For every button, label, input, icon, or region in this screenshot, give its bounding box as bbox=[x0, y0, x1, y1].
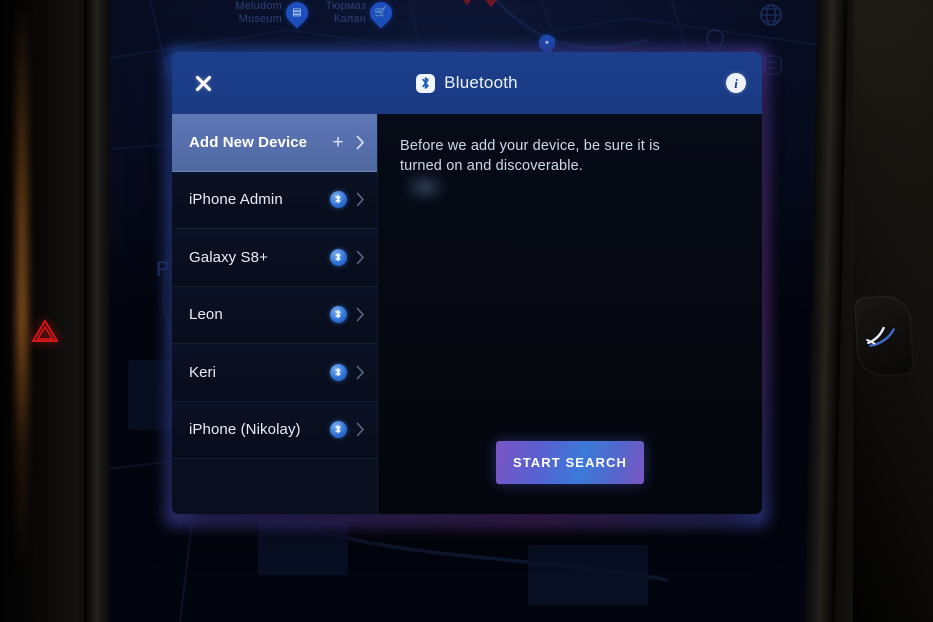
info-icon-letter: i bbox=[734, 75, 738, 91]
search-spinner-icon bbox=[402, 170, 448, 204]
plus-icon: + bbox=[332, 131, 344, 153]
modal-title: Bluetooth bbox=[444, 73, 518, 92]
device-row[interactable]: Leon bbox=[172, 286, 377, 344]
chevron-right-icon bbox=[349, 192, 365, 207]
car-interior-photo: MeludomMuseum ▤ ТюрмазКалан 🛒 ● Ph bbox=[0, 0, 933, 622]
device-name: Galaxy S8+ bbox=[189, 248, 268, 266]
map-pin-label: Тюрмаз Калан bbox=[325, 0, 366, 25]
modal-body: Add New Device + iPhone Admin Galaxy S8+… bbox=[172, 114, 762, 514]
close-icon[interactable] bbox=[186, 66, 220, 100]
bluetooth-modal: Bluetooth i Add New Device + iPhone Admi… bbox=[172, 52, 762, 514]
chevron-right-icon bbox=[349, 307, 365, 322]
device-row[interactable]: Galaxy S8+ bbox=[172, 229, 377, 287]
device-row-add-new[interactable]: Add New Device + bbox=[172, 114, 377, 172]
bluetooth-icon bbox=[327, 363, 349, 381]
hazard-lights-button[interactable] bbox=[30, 318, 60, 344]
detail-pane: Before we add your device, be sure it is… bbox=[378, 114, 762, 514]
modal-header: Bluetooth i bbox=[172, 52, 762, 114]
chevron-right-icon bbox=[349, 365, 365, 380]
map-pin[interactable]: Тюрмаз Калан 🛒 bbox=[326, 0, 397, 29]
bluetooth-icon bbox=[327, 421, 349, 439]
map-pin-label: Meludom Museum bbox=[235, 0, 282, 25]
device-name: Leon bbox=[189, 306, 223, 324]
device-list[interactable]: Add New Device + iPhone Admin Galaxy S8+… bbox=[172, 114, 378, 514]
map-pin[interactable]: Meludom Museum ▤ bbox=[235, 0, 313, 29]
modal-title-group: Bluetooth bbox=[172, 73, 762, 93]
device-row[interactable]: iPhone (Nikolay) bbox=[172, 401, 377, 459]
action-bar: START SEARCH bbox=[378, 441, 762, 484]
device-row[interactable]: iPhone Admin bbox=[172, 171, 377, 229]
bluetooth-icon bbox=[327, 306, 349, 324]
device-name: Add New Device bbox=[189, 133, 308, 151]
route-marker-icon bbox=[462, 0, 497, 8]
start-search-button[interactable]: START SEARCH bbox=[496, 441, 644, 484]
device-row[interactable]: Keri bbox=[172, 344, 377, 402]
bluetooth-icon bbox=[327, 248, 349, 266]
bluetooth-icon bbox=[416, 73, 436, 93]
screen-left-bezel bbox=[84, 0, 110, 622]
ambient-light-strip bbox=[16, 0, 28, 622]
instruction-text: Before we add your device, be sure it is… bbox=[400, 138, 660, 174]
chevron-right-icon bbox=[349, 250, 365, 265]
seat-heater-button[interactable] bbox=[853, 294, 915, 378]
chevron-right-icon bbox=[349, 422, 365, 437]
device-name: iPhone Admin bbox=[189, 191, 283, 209]
device-name: Keri bbox=[189, 363, 217, 381]
globe-icon[interactable] bbox=[758, 2, 784, 28]
info-icon[interactable]: i bbox=[726, 73, 746, 93]
center-touchscreen[interactable]: MeludomMuseum ▤ ТюрмазКалан 🛒 ● Ph bbox=[108, 0, 820, 622]
chevron-right-icon bbox=[349, 135, 365, 150]
bluetooth-icon bbox=[327, 191, 349, 209]
device-name: iPhone (Nikolay) bbox=[189, 421, 301, 439]
